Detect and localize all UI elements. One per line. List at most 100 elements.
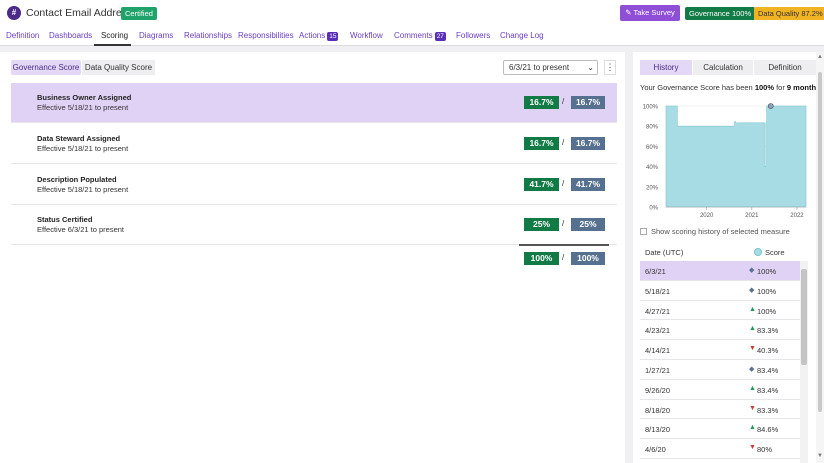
history-list: 6/3/21 ◆ 100% 5/18/21 ◆ 100% 4/27/21 ▲ 100% 4/23/… [640, 261, 800, 463]
data-element-icon: # [7, 6, 21, 20]
tab-history[interactable]: History [640, 60, 692, 75]
page-scrollbar[interactable]: ▲ ▼ [816, 52, 824, 463]
tab-label: Scoring [101, 31, 129, 40]
more-options-icon[interactable]: ⋮ [604, 60, 616, 75]
page-header: # Contact Email Address Certified ✎ Take… [0, 0, 824, 27]
score-column-header: Score [754, 248, 785, 257]
history-date: 8/18/20 [645, 405, 671, 415]
total-score: 100% [524, 252, 559, 265]
history-date: 6/3/21 [645, 267, 666, 276]
measure-effective-dates: Effective 5/18/21 to present [37, 103, 129, 112]
active-tab-indicator [94, 44, 131, 46]
history-score: 100% [757, 286, 777, 296]
history-row[interactable]: 1/27/21 ◆ 83.4% [640, 360, 800, 380]
y-tick-label: 20% [646, 185, 659, 191]
measure-name: Description Populated [37, 175, 117, 184]
tab-responsibilities[interactable]: Responsibilities [238, 31, 294, 40]
tab-comments[interactable]: Comments 27 [394, 31, 446, 41]
history-scrollbar-thumb[interactable] [801, 269, 807, 365]
y-tick-label: 80% [646, 125, 659, 131]
trend-flat-icon: ◆ [749, 267, 755, 274]
tab-label: Relationships [184, 31, 233, 40]
history-date: 8/13/20 [645, 425, 671, 435]
total-max-score: 100% [571, 252, 605, 265]
trend-down-icon: ▼ [749, 444, 756, 452]
history-row[interactable]: 4/27/21 ▲ 100% [640, 301, 800, 321]
y-tick-label: 40% [646, 165, 659, 171]
measure-score: 25% [524, 218, 559, 231]
summary-mid: for [774, 83, 787, 92]
show-measure-history-checkbox[interactable]: Show scoring history of selected measure [640, 227, 790, 236]
history-row[interactable]: 5/18/21 ◆ 100% [640, 281, 800, 301]
trend-up-icon: ▲ [749, 384, 756, 392]
history-date: 5/18/21 [645, 286, 671, 296]
tab-label: Definition [6, 31, 40, 40]
summary-value: 100% [754, 83, 774, 92]
tab-relationships[interactable]: Relationships [184, 31, 232, 40]
data-quality-badge[interactable]: Data Quality 87.2% [754, 7, 824, 20]
tab-label: Change Log [500, 31, 544, 40]
score-separator: / [562, 253, 565, 262]
tab-definition-panel[interactable]: Definition [754, 60, 816, 75]
history-date: 4/27/21 [645, 306, 671, 316]
score-area-series [665, 105, 807, 208]
governance-badge[interactable]: Governance 100% [685, 7, 756, 20]
history-score: 83.3% [757, 326, 779, 336]
history-row[interactable]: 8/18/20 ▼ 83.3% [640, 400, 800, 420]
y-tick-label: 100% [643, 105, 659, 111]
tab-actions[interactable]: Actions 15 [299, 31, 339, 41]
tab-change-log[interactable]: Change Log [500, 31, 544, 40]
history-row[interactable]: 8/13/20 ▲ 84.6% [640, 419, 800, 440]
x-tick-label: 2021 [745, 213, 759, 219]
measure-max-score: 16.7% [571, 96, 605, 109]
tab-dashboards[interactable]: Dashboards [49, 31, 92, 40]
measure-row[interactable]: Status Certified Effective 6/3/21 to pre… [11, 205, 617, 245]
history-score: 83.4% [757, 385, 779, 395]
trend-flat-icon: ◆ [749, 286, 755, 294]
data-quality-score-toggle[interactable]: Data Quality Score [82, 60, 155, 75]
history-date: 4/6/20 [645, 445, 666, 455]
scoring-panel: Governance Score Data Quality Score 6/3/… [0, 52, 625, 463]
score-column-label: Score [765, 248, 785, 257]
measure-row[interactable]: Data Steward Assigned Effective 5/18/21 … [11, 124, 617, 164]
take-survey-button[interactable]: ✎ Take Survey [620, 5, 680, 21]
measure-name: Status Certified [37, 215, 93, 224]
measure-row[interactable]: Description Populated Effective 5/18/21 … [11, 165, 617, 205]
tab-calculation[interactable]: Calculation [693, 60, 753, 75]
date-column-header: Date (UTC) [645, 248, 684, 257]
date-range-value: 6/3/21 to present [509, 63, 570, 72]
history-score: 80% [757, 445, 773, 455]
tab-label: Dashboards [49, 31, 93, 40]
history-date: 1/27/21 [645, 365, 671, 375]
tab-scoring[interactable]: Scoring [101, 31, 128, 40]
history-score: 40.3% [757, 346, 779, 356]
date-range-select[interactable]: 6/3/21 to present ⌄ [503, 60, 598, 75]
measure-row[interactable]: Business Owner Assigned Effective 5/18/2… [11, 83, 617, 123]
history-row[interactable]: 9/26/20 ▲ 83.4% [640, 380, 800, 400]
tab-label: Comments [394, 31, 433, 40]
measure-name: Business Owner Assigned [37, 93, 132, 102]
tab-workflow[interactable]: Workflow [350, 31, 383, 40]
total-divider [519, 244, 609, 246]
history-row[interactable]: 4/23/21 ▲ 83.3% [640, 320, 800, 341]
history-date: 4/23/21 [645, 326, 671, 336]
scroll-up-icon[interactable]: ▲ [817, 54, 823, 60]
history-row[interactable]: 4/14/21 ▼ 40.3% [640, 340, 800, 360]
score-separator: / [562, 219, 565, 228]
governance-score-toggle[interactable]: Governance Score [11, 60, 81, 75]
trend-flat-icon: ◆ [749, 365, 755, 373]
selected-point-marker [767, 103, 774, 109]
tab-definition[interactable]: Definition [6, 31, 39, 40]
x-tick-label: 2020 [700, 213, 714, 219]
checkbox-label: Show scoring history of selected measure [651, 227, 790, 236]
history-scrollbar[interactable] [800, 261, 808, 463]
scroll-down-icon[interactable]: ▼ [817, 453, 823, 459]
history-row[interactable]: 6/3/21 ◆ 100% [640, 261, 800, 281]
tab-followers[interactable]: Followers [456, 31, 490, 40]
page-scrollbar-thumb[interactable] [818, 72, 822, 412]
measure-max-score: 16.7% [571, 137, 605, 150]
tab-diagrams[interactable]: Diagrams [139, 31, 173, 40]
history-row[interactable]: 4/6/20 ▼ 80% [640, 439, 800, 459]
score-separator: / [562, 179, 565, 188]
checkbox-icon[interactable] [640, 228, 647, 235]
